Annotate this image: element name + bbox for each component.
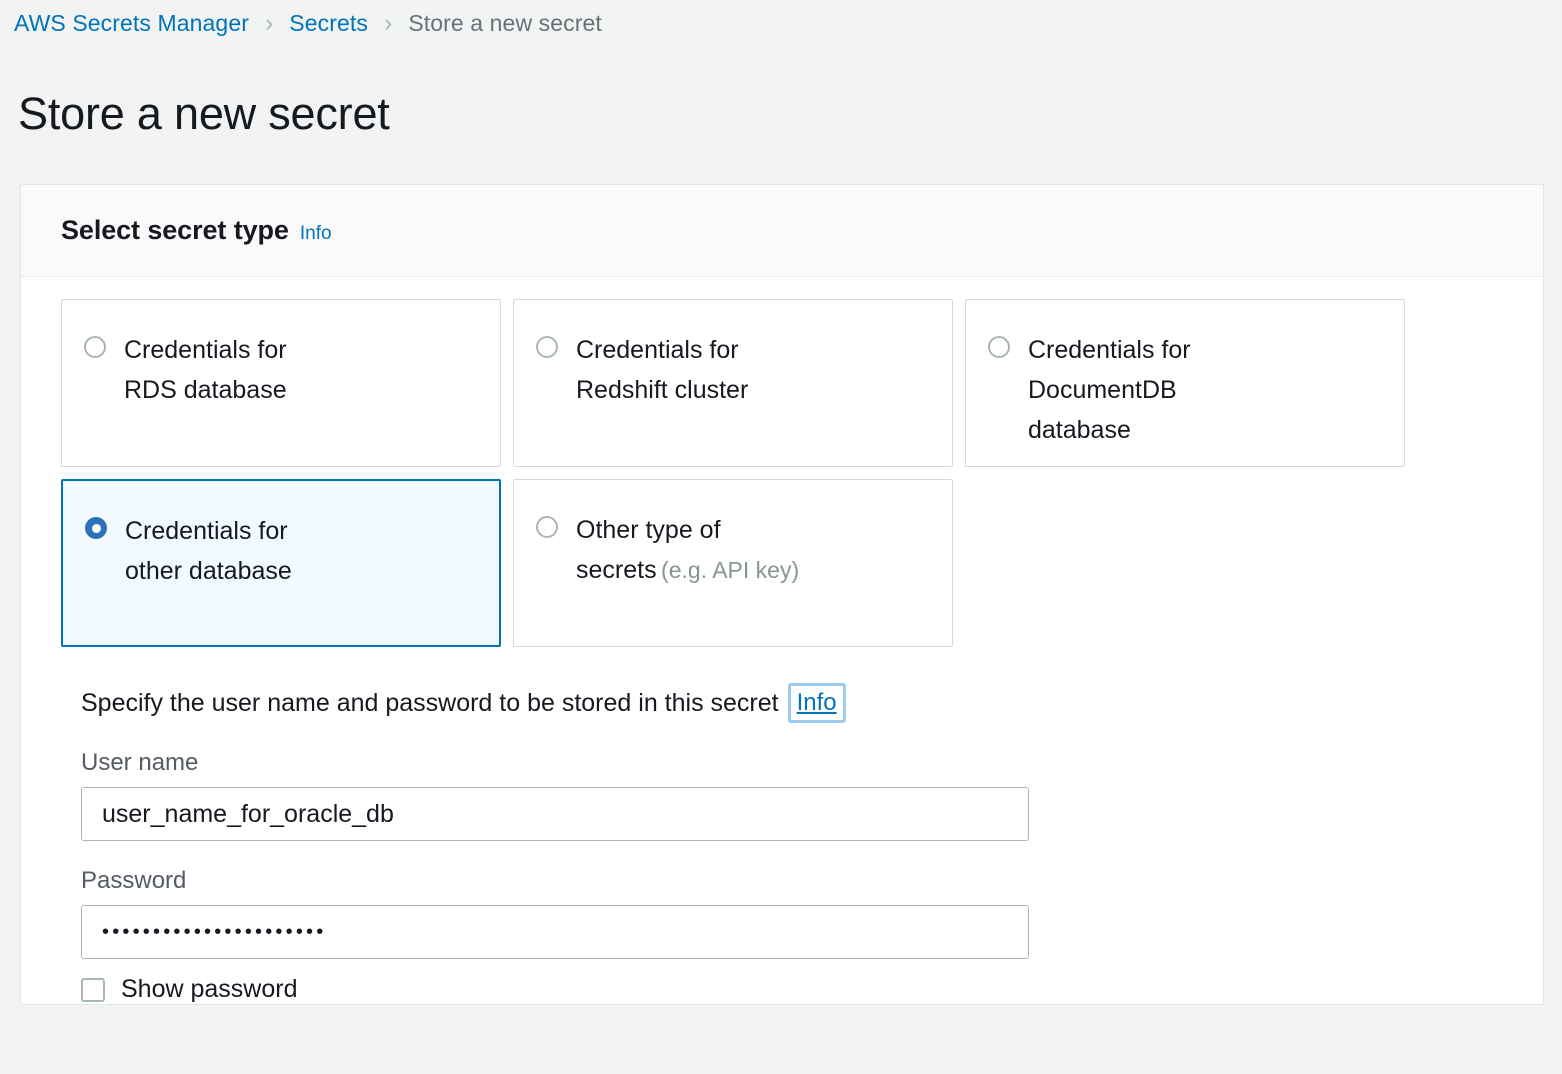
tile-text: Credentials for DocumentDB database (1028, 330, 1191, 450)
chevron-right-icon: › (384, 11, 392, 36)
tile-label: Credentials for Redshift cluster (576, 336, 748, 404)
info-link[interactable]: Info (797, 689, 837, 716)
password-value-masked: •••••••••••••••••••••• (102, 922, 326, 942)
show-password-label: Show password (121, 975, 297, 1004)
info-link[interactable]: Info (300, 223, 332, 245)
tile-sublabel: (e.g. API key) (661, 557, 799, 583)
radio-icon-selected[interactable] (85, 517, 107, 539)
tile-label: Credentials for DocumentDB database (1028, 336, 1191, 444)
username-value: user_name_for_oracle_db (102, 800, 394, 829)
secret-type-tile-rds[interactable]: Credentials for RDS database (61, 299, 501, 467)
radio-icon[interactable] (536, 516, 558, 538)
secret-type-tile-other-secrets[interactable]: Other type of secrets (e.g. API key) (513, 479, 953, 647)
tile-label: Credentials for other database (125, 517, 292, 585)
card-header: Select secret type Info (21, 185, 1543, 277)
card-body: Credentials for RDS database Credentials… (21, 277, 1543, 1004)
breadcrumb-item-aws-secrets-manager[interactable]: AWS Secrets Manager (14, 10, 249, 37)
credentials-form: Specify the user name and password to be… (21, 647, 1543, 1004)
form-intro: Specify the user name and password to be… (81, 683, 1543, 723)
form-intro-text: Specify the user name and password to be… (81, 691, 779, 716)
password-label: Password (81, 867, 1543, 895)
radio-icon[interactable] (988, 336, 1010, 358)
show-password-row[interactable]: Show password (81, 975, 1543, 1004)
tile-label: Credentials for RDS database (124, 336, 287, 404)
secret-type-radio-group: Credentials for RDS database Credentials… (21, 299, 1431, 647)
breadcrumb: AWS Secrets Manager › Secrets › Store a … (0, 0, 1562, 38)
radio-icon[interactable] (84, 336, 106, 358)
secret-type-tile-other-database[interactable]: Credentials for other database (61, 479, 501, 647)
info-link-focus-ring: Info (788, 683, 846, 723)
show-password-checkbox[interactable] (81, 978, 105, 1002)
secret-type-tile-redshift[interactable]: Credentials for Redshift cluster (513, 299, 953, 467)
username-input[interactable]: user_name_for_oracle_db (81, 787, 1029, 841)
password-input[interactable]: •••••••••••••••••••••• (81, 905, 1029, 959)
secret-type-tile-documentdb[interactable]: Credentials for DocumentDB database (965, 299, 1405, 467)
username-label: User name (81, 749, 1543, 777)
radio-icon[interactable] (536, 336, 558, 358)
tile-text: Other type of secrets (e.g. API key) (576, 510, 799, 590)
chevron-right-icon: › (265, 11, 273, 36)
tile-text: Credentials for Redshift cluster (576, 330, 748, 410)
tile-text: Credentials for RDS database (124, 330, 287, 410)
tile-text: Credentials for other database (125, 511, 292, 591)
page-title: Store a new secret (0, 68, 1562, 137)
breadcrumb-item-secrets[interactable]: Secrets (289, 10, 368, 37)
card-header-title: Select secret type (61, 215, 289, 246)
select-secret-type-card: Select secret type Info Credentials for … (20, 184, 1544, 1005)
breadcrumb-item-store-a-new-secret: Store a new secret (408, 10, 602, 37)
